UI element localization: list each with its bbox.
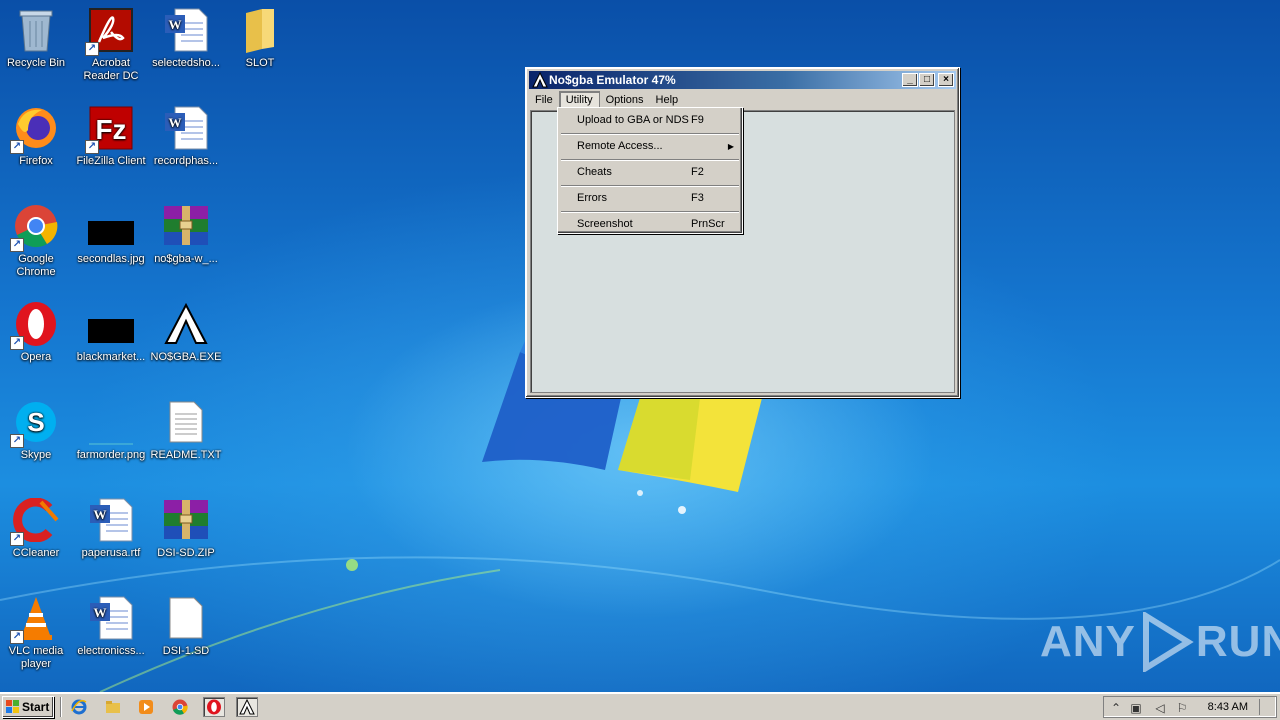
word-doc-icon: W <box>162 104 210 152</box>
desktop-icon-dsi-sd-zip[interactable]: DSI-SD.ZIP <box>148 496 224 560</box>
media-player-icon[interactable] <box>135 697 157 717</box>
anyrun-watermark: ANY RUN <box>1040 612 1280 672</box>
window-title: No$gba Emulator 47% <box>549 73 676 87</box>
shortcut-label: PrnScr <box>691 218 725 230</box>
system-tray: ⌃ ▣ ◁ ⚐ 8:43 AM <box>1103 696 1277 718</box>
network-icon[interactable]: ▣ <box>1128 700 1144 716</box>
ie-icon[interactable] <box>68 697 90 717</box>
svg-text:S: S <box>27 407 44 437</box>
desktop-icon-firefox[interactable]: ↗ Firefox <box>0 104 74 168</box>
nogba-icon <box>532 72 548 88</box>
desktop-icon-recycle-bin[interactable]: Recycle Bin <box>0 6 74 70</box>
desktop-icon-skype[interactable]: S ↗ Skype <box>0 398 74 462</box>
svg-text:W: W <box>169 17 182 32</box>
menu-options[interactable]: Options <box>600 92 650 108</box>
word-doc-icon: W <box>87 594 135 642</box>
opera-icon: ↗ <box>10 300 60 350</box>
taskbar: Start ⌃ ▣ ◁ ⚐ 8:43 AM <box>0 692 1280 720</box>
menu-item-remote-access[interactable]: Remote Access... ▶ <box>560 136 740 157</box>
desktop-icon-nogba-archive[interactable]: no$gba-w_... <box>148 202 224 266</box>
desktop-icon-google-chrome[interactable]: ↗ Google Chrome <box>0 202 74 279</box>
menu-help[interactable]: Help <box>650 92 685 108</box>
close-button[interactable]: × <box>938 73 954 87</box>
desktop-icon-dsi-1-sd[interactable]: DSI-1.SD <box>148 594 224 658</box>
desktop-icon-slot-folder[interactable]: SLOT <box>222 6 298 70</box>
submenu-arrow-icon: ▶ <box>727 142 734 151</box>
winrar-icon <box>162 496 210 544</box>
play-logo-icon <box>1142 612 1194 672</box>
taskbar-separator <box>60 697 62 717</box>
desktop-icon-selectedsho[interactable]: W selectedsho... <box>148 6 224 70</box>
nogba-icon[interactable] <box>236 697 258 717</box>
windows-logo-icon <box>6 700 19 713</box>
desktop-icon-nogba-exe[interactable]: NO$GBA.EXE <box>148 300 224 364</box>
shortcut-label: F2 <box>691 166 704 178</box>
show-hidden-icons-icon[interactable]: ⌃ <box>1108 700 1124 716</box>
desktop-icon-recordphas[interactable]: W recordphas... <box>148 104 224 168</box>
desktop-icon-secondlas[interactable]: secondlas.jpg <box>73 202 149 266</box>
acrobat-icon: ↗ <box>85 6 135 56</box>
skype-icon: S ↗ <box>10 398 60 448</box>
svg-text:Fz: Fz <box>95 114 126 145</box>
opera-icon[interactable] <box>203 697 225 717</box>
menu-item-errors[interactable]: Errors F3 <box>560 188 740 209</box>
nogba-icon <box>162 300 210 348</box>
desktop-icon-electronics[interactable]: W electronicss... <box>73 594 149 658</box>
ccleaner-icon: ↗ <box>10 496 60 546</box>
desktop-icon-vlc[interactable]: ↗ VLC media player <box>0 594 74 671</box>
menu-file[interactable]: File <box>529 92 559 108</box>
explorer-icon[interactable] <box>102 697 124 717</box>
volume-icon[interactable]: ◁ <box>1152 700 1168 716</box>
blank-file-icon <box>162 594 210 642</box>
window-titlebar[interactable]: No$gba Emulator 47% _ □ × <box>529 71 956 89</box>
svg-text:W: W <box>94 507 107 522</box>
menu-item-screenshot[interactable]: Screenshot PrnScr <box>560 214 740 235</box>
utility-dropdown-menu: Upload to GBA or NDS F9 Remote Access...… <box>557 107 743 234</box>
filezilla-icon: Fz ↗ <box>85 104 135 154</box>
start-button[interactable]: Start <box>2 696 54 718</box>
image-file-icon <box>87 300 135 348</box>
svg-text:W: W <box>169 115 182 130</box>
menu-utility[interactable]: Utility <box>558 90 600 109</box>
word-doc-icon: W <box>87 496 135 544</box>
desktop-icon-blackmarket[interactable]: blackmarket... <box>73 300 149 364</box>
desktop-icon-opera[interactable]: ↗ Opera <box>0 300 74 364</box>
winrar-icon <box>162 202 210 250</box>
shortcut-label: F3 <box>691 192 704 204</box>
svg-text:W: W <box>94 605 107 620</box>
vlc-icon: ↗ <box>10 594 60 644</box>
clock[interactable]: 8:43 AM <box>1208 701 1248 713</box>
menu-item-cheats[interactable]: Cheats F2 <box>560 162 740 183</box>
desktop-icon-filezilla[interactable]: Fz ↗ FileZilla Client <box>73 104 149 168</box>
desktop-icon-paperusa[interactable]: W paperusa.rtf <box>73 496 149 560</box>
minimize-button[interactable]: _ <box>902 73 918 87</box>
word-doc-icon: W <box>162 6 210 54</box>
text-file-icon <box>162 398 210 446</box>
chrome-icon: ↗ <box>10 202 60 252</box>
shortcut-label: F9 <box>691 114 704 126</box>
menu-item-upload[interactable]: Upload to GBA or NDS F9 <box>560 110 740 131</box>
action-center-flag-icon[interactable]: ⚐ <box>1174 700 1190 716</box>
desktop-icon-readme[interactable]: README.TXT <box>148 398 224 462</box>
maximize-button[interactable]: □ <box>919 73 935 87</box>
desktop-icon-ccleaner[interactable]: ↗ CCleaner <box>0 496 74 560</box>
desktop-icon-acrobat[interactable]: ↗ Acrobat Reader DC <box>73 6 149 83</box>
firefox-icon: ↗ <box>10 104 60 154</box>
recycle-bin-icon <box>12 6 60 54</box>
chrome-icon[interactable] <box>169 697 191 717</box>
image-file-icon <box>87 202 135 250</box>
image-file-icon <box>87 398 135 446</box>
folder-icon <box>236 6 284 54</box>
desktop-icon-farmorder[interactable]: farmorder.png <box>73 398 149 462</box>
show-desktop-button[interactable] <box>1259 699 1273 715</box>
